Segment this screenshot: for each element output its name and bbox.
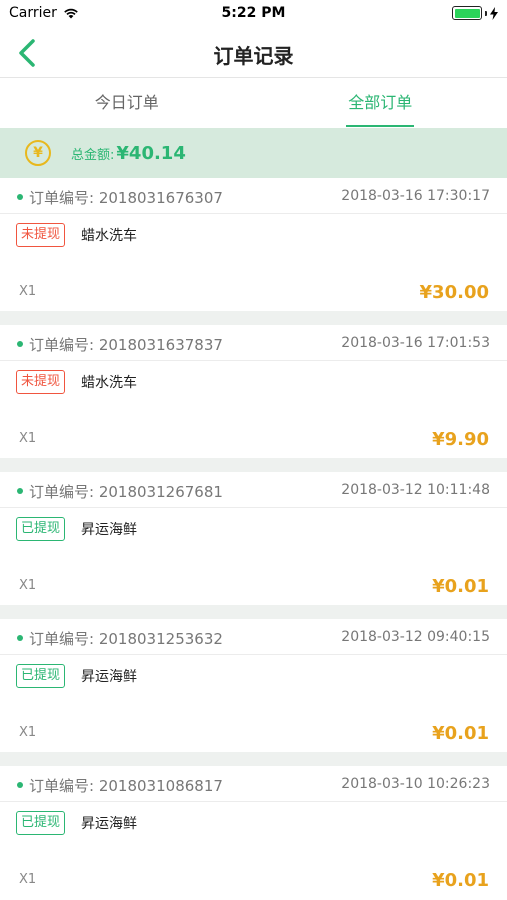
battery-icon (452, 6, 482, 20)
order-number-value: 2018031676307 (98, 189, 223, 207)
order-header: 订单编号: 2018031086817 2018-03-10 10:26:23 (0, 766, 507, 802)
order-number-value: 2018031253632 (98, 630, 223, 648)
order-price: ¥9.90 (432, 429, 489, 450)
order-number-label: 订单编号: (29, 483, 95, 501)
order-number-label: 订单编号: (29, 336, 95, 354)
battery-cap (485, 10, 487, 16)
order-header: 订单编号: 2018031676307 2018-03-16 17:30:17 (0, 178, 507, 214)
bullet-dot-icon (17, 194, 23, 200)
status-badge: 已提现 (16, 517, 66, 541)
bullet-dot-icon (17, 341, 23, 347)
order-header: 订单编号: 2018031637837 2018-03-16 17:01:53 (0, 325, 507, 361)
order-number: 订单编号: 2018031086817 (29, 775, 223, 796)
order-price: ¥0.01 (432, 870, 489, 891)
total-amount-bar: ¥ 总金额: ¥40.14 (0, 128, 507, 178)
order-price: ¥30.00 (419, 282, 489, 303)
order-number: 订单编号: 2018031676307 (29, 187, 223, 208)
row-separator (0, 311, 507, 325)
order-header: 订单编号: 2018031253632 2018-03-12 09:40:15 (0, 619, 507, 655)
order-number-label: 订单编号: (29, 630, 95, 648)
order-body: 已提现 昇运海鲜 X1 ¥0.01 (0, 802, 507, 899)
order-quantity: X1 (19, 284, 37, 299)
coin-icon: ¥ (25, 140, 51, 166)
order-card[interactable]: 订单编号: 2018031086817 2018-03-10 10:26:23 … (0, 766, 507, 900)
order-number: 订单编号: 2018031267681 (29, 481, 223, 502)
tab-today-orders[interactable]: 今日订单 (0, 79, 254, 127)
order-time: 2018-03-16 17:30:17 (341, 188, 490, 204)
total-amount-label: 总金额: (71, 147, 115, 163)
status-badge: 已提现 (16, 664, 66, 688)
order-card[interactable]: 订单编号: 2018031267681 2018-03-12 10:11:48 … (0, 472, 507, 619)
order-number: 订单编号: 2018031253632 (29, 628, 223, 649)
status-badge: 未提现 (16, 370, 66, 394)
order-time: 2018-03-10 10:26:23 (341, 776, 490, 792)
nav-bar: 订单记录 (0, 28, 507, 78)
battery-indicator (452, 6, 498, 20)
tab-active-indicator (346, 125, 415, 127)
order-number-value: 2018031637837 (98, 336, 223, 354)
order-body: 未提现 蜡水洗车 X1 ¥30.00 (0, 214, 507, 311)
order-list: 订单编号: 2018031676307 2018-03-16 17:30:17 … (0, 178, 507, 900)
order-time: 2018-03-12 09:40:15 (341, 629, 490, 645)
tab-all-orders[interactable]: 全部订单 (254, 79, 507, 127)
bullet-dot-icon (17, 488, 23, 494)
order-card[interactable]: 订单编号: 2018031676307 2018-03-16 17:30:17 … (0, 178, 507, 325)
order-body: 未提现 蜡水洗车 X1 ¥9.90 (0, 361, 507, 458)
shop-name: 昇运海鲜 (81, 816, 137, 832)
row-separator (0, 605, 507, 619)
status-badge: 未提现 (16, 223, 66, 247)
order-price: ¥0.01 (432, 576, 489, 597)
order-card[interactable]: 订单编号: 2018031637837 2018-03-16 17:01:53 … (0, 325, 507, 472)
status-badge: 已提现 (16, 811, 66, 835)
order-time: 2018-03-12 10:11:48 (341, 482, 490, 498)
total-amount-value: ¥40.14 (116, 142, 186, 164)
order-number-value: 2018031267681 (98, 483, 223, 501)
order-quantity: X1 (19, 872, 37, 887)
tab-bar: 今日订单 全部订单 (0, 79, 507, 127)
status-bar: Carrier 5:22 PM (0, 0, 507, 28)
shop-name: 昇运海鲜 (81, 522, 137, 538)
order-number-label: 订单编号: (29, 189, 95, 207)
order-header: 订单编号: 2018031267681 2018-03-12 10:11:48 (0, 472, 507, 508)
order-price: ¥0.01 (432, 723, 489, 744)
order-body: 已提现 昇运海鲜 X1 ¥0.01 (0, 655, 507, 752)
bullet-dot-icon (17, 782, 23, 788)
order-quantity: X1 (19, 578, 37, 593)
bullet-dot-icon (17, 635, 23, 641)
charging-bolt-icon (490, 6, 498, 20)
shop-name: 蜡水洗车 (81, 375, 137, 391)
order-card[interactable]: 订单编号: 2018031253632 2018-03-12 09:40:15 … (0, 619, 507, 766)
shop-name: 昇运海鲜 (81, 669, 137, 685)
order-quantity: X1 (19, 431, 37, 446)
order-quantity: X1 (19, 725, 37, 740)
order-number-label: 订单编号: (29, 777, 95, 795)
row-separator (0, 458, 507, 472)
shop-name: 蜡水洗车 (81, 228, 137, 244)
tab-label: 今日订单 (94, 93, 159, 112)
row-separator (0, 752, 507, 766)
page-title: 订单记录 (213, 44, 294, 68)
tab-label: 全部订单 (348, 93, 413, 112)
clock: 5:22 PM (221, 5, 286, 21)
order-body: 已提现 昇运海鲜 X1 ¥0.01 (0, 508, 507, 605)
order-number: 订单编号: 2018031637837 (29, 334, 223, 355)
order-number-value: 2018031086817 (98, 777, 223, 795)
order-time: 2018-03-16 17:01:53 (341, 335, 490, 351)
